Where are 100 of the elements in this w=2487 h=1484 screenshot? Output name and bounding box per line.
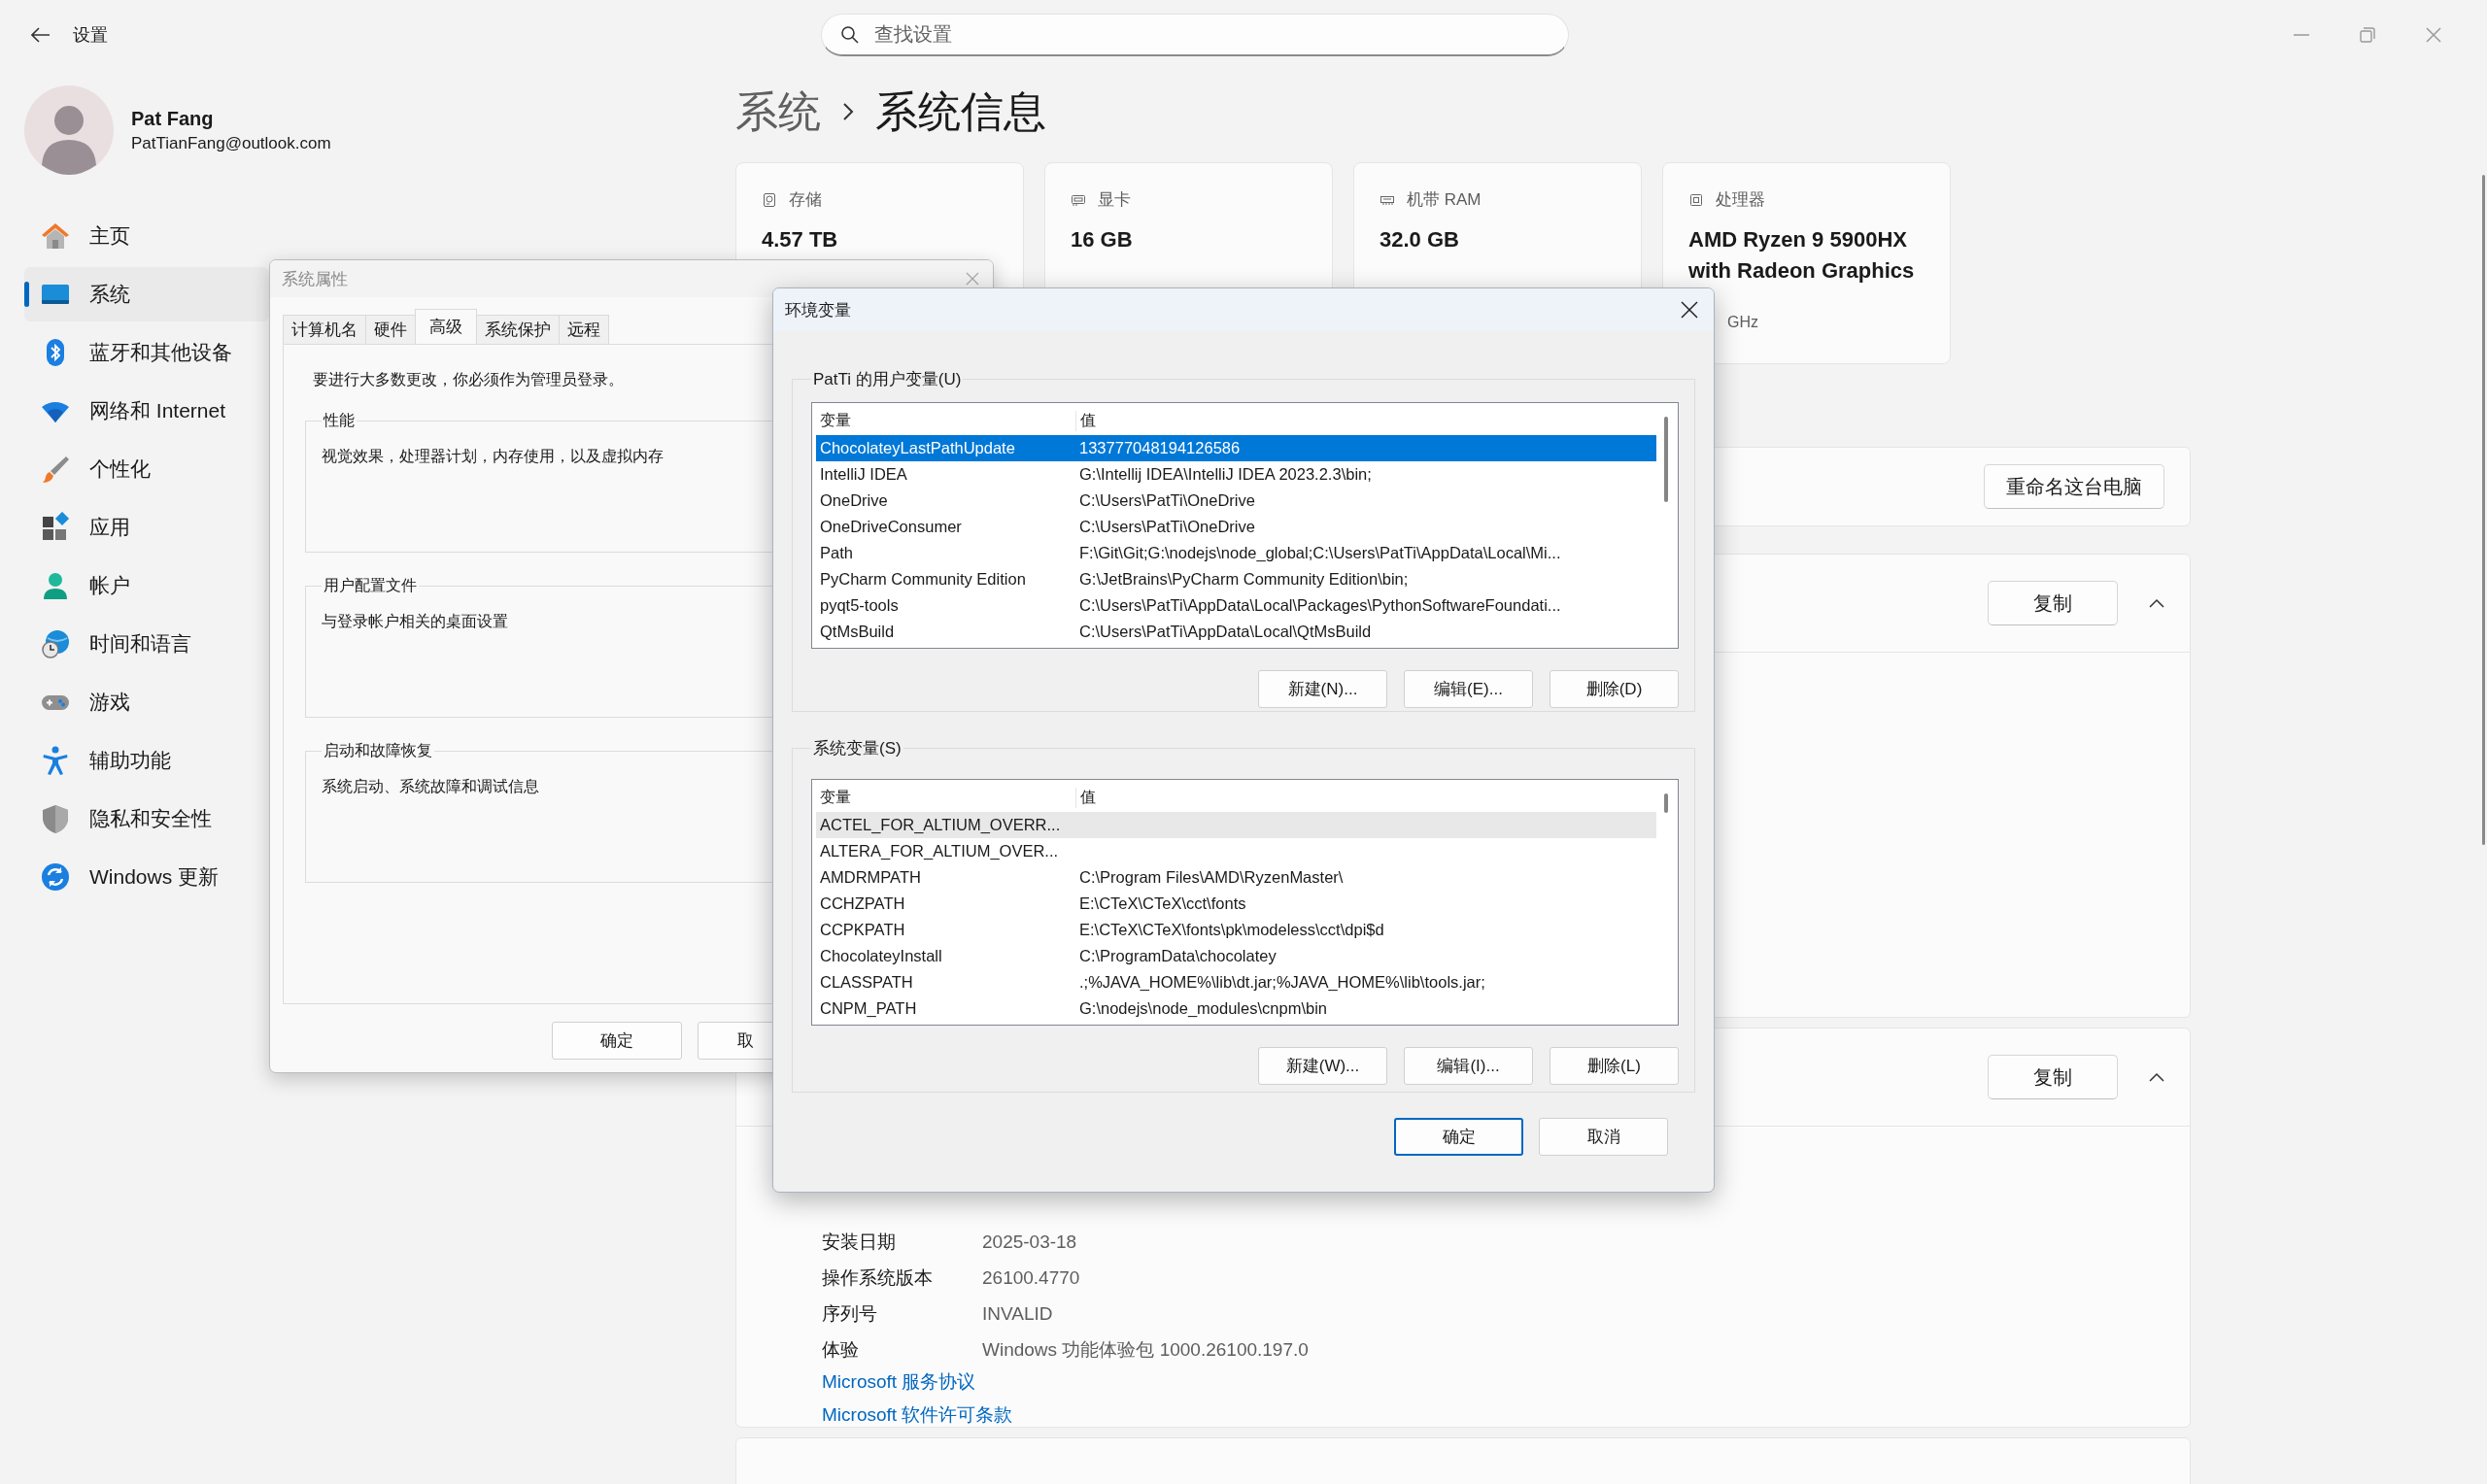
brush-icon: [40, 454, 71, 485]
nav-item[interactable]: 辅助功能: [24, 733, 269, 788]
copy-button[interactable]: 复制: [1988, 581, 2118, 625]
nav-item[interactable]: 隐私和安全性: [24, 792, 269, 846]
update-icon: [40, 861, 71, 893]
table-cell-text: C:\Users\PatTi\AppData\Local\Packages\PythonSoftwareFoundati...: [1079, 596, 1562, 615]
table-cell-text: C:\Program Files\AMD\RyzenMaster\: [1079, 868, 1345, 887]
table-cell-text: CLASSPATH: [820, 973, 914, 992]
list-row[interactable]: CNPM_PATH G:\nodejs\node_modules\cnpm\bin: [816, 995, 1656, 1022]
table-cell-text: CNPM_PATH: [820, 999, 918, 1018]
link[interactable]: Microsoft 服务协议: [822, 1369, 976, 1395]
nav-item[interactable]: 主页: [24, 209, 269, 263]
window-title: 设置: [73, 24, 109, 47]
list-button[interactable]: 删除(L): [1550, 1047, 1679, 1085]
table-cell-text: OneDriveConsumer: [820, 518, 963, 536]
card-value: 32.0 GB: [1380, 226, 1460, 253]
card-value: AMD Ryzen 9 5900HX with Radeon Graphics: [1688, 226, 1916, 285]
list-row[interactable]: IntelliJ IDEA G:\Intellij IDEA\IntelliJ IDEA 2023.2.3\bin;: [816, 461, 1656, 488]
card-label: 机带 RAM: [1407, 189, 1482, 211]
list-row[interactable]: Path F:\Git\Git;G:\nodejs\node_global;C:\Users\PatTi\AppData\Local\Mi...: [816, 540, 1656, 566]
table-cell-text: CCHZPATH: [820, 894, 906, 913]
list-button[interactable]: 删除(D): [1550, 670, 1679, 708]
tab[interactable]: 系统保护: [476, 315, 560, 344]
drive-icon: [762, 191, 777, 208]
group-title: 启动和故障恢复: [323, 741, 433, 760]
list-row[interactable]: OneDrive C:\Users\PatTi\OneDrive: [816, 488, 1656, 514]
scrollbar-thumb[interactable]: [1664, 793, 1668, 813]
column-header[interactable]: 值: [1075, 787, 1656, 808]
nav-item[interactable]: 蓝牙和其他设备: [24, 325, 269, 380]
table-cell-text: E:\CTeX\CTeX\fonts\pk\modeless\cct\dpi$d: [1079, 921, 1385, 939]
group-description: 系统启动、系统故障和调试信息: [322, 777, 539, 796]
nav-item[interactable]: 帐户: [24, 558, 269, 613]
breadcrumb-link[interactable]: 系统: [735, 83, 821, 141]
list-row[interactable]: AMDRMPATH C:\Program Files\AMD\RyzenMaster\: [816, 864, 1656, 891]
list-row[interactable]: PyCharm Community Edition G:\JetBrains\PyCharm Community Edition\bin;: [816, 566, 1656, 592]
table-cell-text: 133777048194126586: [1079, 439, 1242, 457]
tab[interactable]: 计算机名: [283, 315, 366, 344]
list-button[interactable]: 新建(W)...: [1258, 1047, 1387, 1085]
link[interactable]: Microsoft 软件许可条款: [822, 1402, 1013, 1428]
nav-item[interactable]: 游戏: [24, 675, 269, 729]
list-button[interactable]: 编辑(E)...: [1404, 670, 1533, 708]
table-cell-text: E:\CTeX\CTeX\cct\fonts: [1079, 894, 1247, 913]
list-row[interactable]: OneDriveConsumer C:\Users\PatTi\OneDrive: [816, 514, 1656, 540]
column-header[interactable]: 值: [1075, 410, 1656, 431]
scrollbar-thumb[interactable]: [1664, 417, 1668, 502]
list-button[interactable]: 编辑(I)...: [1404, 1047, 1533, 1085]
card-detail: GHz: [1727, 314, 1758, 331]
list-row[interactable]: QtMsBuild C:\Users\PatTi\AppData\Local\QtMsBuild: [816, 619, 1656, 645]
dialog-title: 系统属性: [282, 268, 348, 290]
list-row[interactable]: CCHZPATH E:\CTeX\CTeX\cct\fonts: [816, 891, 1656, 917]
tab[interactable]: 远程: [559, 315, 609, 344]
nav-item[interactable]: 个性化: [24, 442, 269, 496]
list-row[interactable]: ChocolateyInstall C:\ProgramData\chocolatey: [816, 943, 1656, 969]
table-cell-text: C:\ProgramData\chocolatey: [1079, 947, 1278, 965]
nav-item[interactable]: 时间和语言: [24, 617, 269, 671]
account-name: Pat Fang: [131, 107, 215, 130]
table-cell-text: CCPKPATH: [820, 921, 906, 939]
table-cell-text: C:\Users\PatTi\OneDrive: [1079, 518, 1256, 536]
chevron-up-icon[interactable]: [2149, 1072, 2164, 1082]
nav-item[interactable]: Windows 更新: [24, 850, 269, 904]
table-cell-text: C:\Users\PatTi\AppData\Local\QtMsBuild: [1079, 623, 1373, 641]
dialog-button[interactable]: 取消: [1539, 1118, 1668, 1156]
table-cell-text: F:\Git\Git;G:\nodejs\node_global;C:\Users\PatTi\AppData\Local\Mi...: [1079, 544, 1562, 562]
card-label: 存储: [789, 189, 822, 211]
card-label: 处理器: [1716, 189, 1765, 211]
home-icon: [40, 220, 71, 252]
dialog-button[interactable]: 确定: [1394, 1118, 1523, 1156]
list-row[interactable]: pyqt5-tools C:\Users\PatTi\AppData\Local\Packages\PythonSoftwareFoundati...: [816, 592, 1656, 619]
info-label: 操作系统版本: [822, 1265, 934, 1290]
close-icon: [2426, 27, 2441, 43]
close-icon[interactable]: [1681, 301, 1698, 319]
copy-button[interactable]: 复制: [1988, 1055, 2118, 1099]
scrollbar-thumb[interactable]: [2482, 175, 2485, 845]
chevron-up-icon[interactable]: [2149, 598, 2164, 608]
card-value: 16 GB: [1071, 226, 1134, 253]
nav-item[interactable]: 应用: [24, 500, 269, 555]
table-cell-text: .;%JAVA_HOME%\lib\dt.jar;%JAVA_HOME%\lib\tools.jar;: [1079, 973, 1486, 992]
list-row[interactable]: ChocolateyLastPathUpdate 133777048194126586: [816, 435, 1656, 461]
tab[interactable]: 硬件: [365, 315, 416, 344]
info-value: INVALID: [982, 1302, 1053, 1325]
list-row[interactable]: CCPKPATH E:\CTeX\CTeX\fonts\pk\modeless\cct\dpi$d: [816, 917, 1656, 943]
card-value: 4.57 TB: [762, 226, 839, 253]
table-cell-text: G:\nodejs\node_modules\cnpm\bin: [1079, 999, 1328, 1018]
chevron-right-icon: [842, 102, 854, 121]
group-description: 视觉效果，处理器计划，内存使用，以及虚拟内存: [322, 447, 664, 466]
list-row[interactable]: ALTERA_FOR_ALTIUM_OVER...: [816, 838, 1656, 864]
nav-item[interactable]: 网络和 Internet: [24, 384, 269, 438]
nav-item[interactable]: 系统: [24, 267, 269, 321]
table-cell-text: G:\Intellij IDEA\IntelliJ IDEA 2023.2.3\bin;: [1079, 465, 1373, 484]
list-row[interactable]: CLASSPATH .;%JAVA_HOME%\lib\dt.jar;%JAVA_HOME%\lib\tools.jar;: [816, 969, 1656, 995]
info-value: Windows 功能体验包 1000.26100.197.0: [982, 1337, 1309, 1362]
list-row[interactable]: ACTEL_FOR_ALTIUM_OVERR...: [816, 812, 1656, 838]
rename-button[interactable]: 重命名这台电脑: [1984, 464, 2164, 509]
info-label: 安装日期: [822, 1230, 897, 1254]
dialog-button[interactable]: 确定: [552, 1022, 682, 1060]
table-cell-text: IntelliJ IDEA: [820, 465, 908, 484]
search-field[interactable]: 查找设置: [821, 14, 1569, 56]
minimize-icon: [2294, 34, 2309, 36]
list-button[interactable]: 新建(N)...: [1258, 670, 1387, 708]
table-cell-text: G:\JetBrains\PyCharm Community Edition\bin;: [1079, 570, 1410, 589]
